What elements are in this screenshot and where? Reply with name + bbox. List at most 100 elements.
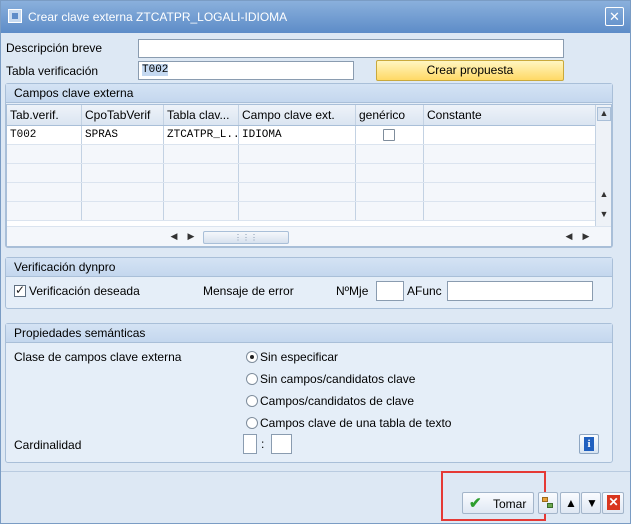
empty-cell bbox=[7, 183, 82, 201]
empty-cell bbox=[7, 164, 82, 182]
tomar-label: Tomar bbox=[493, 497, 527, 511]
empty-cell bbox=[82, 164, 164, 182]
descripcion-label: Descripción breve bbox=[6, 41, 103, 55]
window-title: Crear clave externa ZTCATPR_LOGALI-IDIOM… bbox=[28, 10, 288, 24]
move-up-button[interactable]: ▲ bbox=[560, 492, 580, 514]
cell-campo-clave-ext[interactable]: IDIOMA bbox=[239, 126, 356, 144]
empty-cell bbox=[82, 145, 164, 163]
arrow-down-icon: ▼ bbox=[586, 496, 598, 510]
info-button[interactable]: i bbox=[579, 434, 599, 454]
mensaje-error-label: Mensaje de error bbox=[203, 284, 294, 298]
hierarchy-icon bbox=[542, 497, 554, 509]
verificacion-deseada-label: Verificación deseada bbox=[29, 284, 140, 298]
horizontal-scrollbar[interactable]: ◀ ▶ ⋮⋮⋮ ◀ ▶ bbox=[7, 226, 611, 246]
crear-propuesta-button[interactable]: Crear propuesta bbox=[376, 60, 564, 81]
hierarchy-button[interactable] bbox=[538, 492, 558, 514]
scroll-left-end-icon[interactable]: ◀ bbox=[562, 231, 576, 242]
table-row-empty[interactable] bbox=[7, 202, 595, 221]
scroll-left-icon[interactable]: ◀ bbox=[167, 231, 181, 242]
scroll-down-icon[interactable]: ▼ bbox=[597, 209, 611, 219]
empty-cell bbox=[164, 145, 239, 163]
empty-cell bbox=[82, 183, 164, 201]
table-row-empty[interactable] bbox=[7, 183, 595, 202]
tomar-button[interactable]: ✔ Tomar bbox=[462, 492, 534, 514]
cell-cpo-tab-verif[interactable]: SPRAS bbox=[82, 126, 164, 144]
campos-clave-table: Tab.verif. CpoTabVerif Tabla clav... Cam… bbox=[6, 104, 612, 247]
empty-cell bbox=[82, 202, 164, 220]
col-cpo-tab-verif[interactable]: CpoTabVerif bbox=[82, 105, 164, 125]
vertical-scrollbar[interactable]: ▲ ▲ ▼ bbox=[595, 105, 611, 226]
nomje-label: NºMje bbox=[336, 284, 369, 298]
afunc-input[interactable] bbox=[447, 281, 593, 301]
empty-cell bbox=[356, 164, 424, 182]
table-header: Tab.verif. CpoTabVerif Tabla clav... Cam… bbox=[7, 105, 595, 126]
empty-cell bbox=[7, 145, 82, 163]
descripcion-input[interactable] bbox=[138, 39, 564, 58]
campos-clave-title: Campos clave externa bbox=[6, 84, 612, 103]
propiedades-semanticas-title: Propiedades semánticas bbox=[6, 324, 612, 343]
col-constante[interactable]: Constante bbox=[424, 105, 595, 125]
cardinalidad-separator: : bbox=[261, 437, 265, 451]
empty-cell bbox=[7, 202, 82, 220]
table-row-empty[interactable] bbox=[7, 164, 595, 183]
empty-cell bbox=[164, 202, 239, 220]
cell-tab-verif[interactable]: T002 bbox=[7, 126, 82, 144]
cell-tabla-clave[interactable]: ZTCATPR_L... bbox=[164, 126, 239, 144]
table-row[interactable]: T002 SPRAS ZTCATPR_L... IDIOMA bbox=[7, 126, 595, 145]
cardinalidad-label: Cardinalidad bbox=[14, 438, 82, 452]
verificacion-dynpro-group: Verificación dynpro Verificación deseada… bbox=[5, 257, 613, 309]
campos-clave-group: Campos clave externa Tab.verif. CpoTabVe… bbox=[5, 83, 613, 248]
verificacion-dynpro-title: Verificación dynpro bbox=[6, 258, 612, 277]
close-icon[interactable]: ✕ bbox=[605, 7, 624, 26]
col-generico[interactable]: genérico bbox=[356, 105, 424, 125]
scroll-up-icon[interactable]: ▲ bbox=[597, 107, 611, 121]
info-icon: i bbox=[584, 437, 594, 451]
empty-cell bbox=[239, 145, 356, 163]
tabla-verificacion-value: T002 bbox=[142, 64, 169, 76]
verificacion-deseada-checkbox[interactable] bbox=[14, 283, 26, 297]
radio-campos-tabla-texto[interactable] bbox=[246, 417, 258, 429]
option-campos-tabla-texto: Campos clave de una tabla de texto bbox=[260, 416, 452, 430]
radio-sin-campos-candidatos[interactable] bbox=[246, 373, 258, 385]
afunc-label: AFunc bbox=[407, 284, 442, 298]
scroll-right-end-icon[interactable]: ▶ bbox=[579, 231, 593, 242]
scroll-right-icon[interactable]: ▶ bbox=[184, 231, 198, 242]
radio-sin-especificar[interactable] bbox=[246, 351, 258, 363]
cell-constante[interactable] bbox=[424, 126, 595, 144]
empty-cell bbox=[239, 183, 356, 201]
move-down-button[interactable]: ▼ bbox=[581, 492, 601, 514]
empty-cell bbox=[356, 183, 424, 201]
empty-cell bbox=[164, 164, 239, 182]
clase-campos-label: Clase de campos clave externa bbox=[14, 350, 182, 364]
option-campos-candidatos: Campos/candidatos de clave bbox=[260, 394, 415, 408]
scroll-up-small-icon[interactable]: ▲ bbox=[597, 189, 611, 199]
cardinalidad-right-input[interactable] bbox=[271, 434, 292, 454]
col-tab-verif[interactable]: Tab.verif. bbox=[7, 105, 82, 125]
cancel-icon: ✕ bbox=[607, 495, 620, 510]
title-bar: Crear clave externa ZTCATPR_LOGALI-IDIOM… bbox=[1, 1, 630, 33]
table-row-empty[interactable] bbox=[7, 145, 595, 164]
app-icon bbox=[8, 9, 22, 23]
empty-cell bbox=[164, 183, 239, 201]
tabla-verificacion-input[interactable]: T002 bbox=[138, 61, 354, 80]
dialog-window: Crear clave externa ZTCATPR_LOGALI-IDIOM… bbox=[0, 0, 631, 524]
empty-cell bbox=[239, 202, 356, 220]
empty-cell bbox=[356, 202, 424, 220]
cell-generico bbox=[356, 126, 424, 144]
empty-cell bbox=[239, 164, 356, 182]
cancel-button[interactable]: ✕ bbox=[602, 492, 624, 514]
radio-campos-candidatos[interactable] bbox=[246, 395, 258, 407]
cardinalidad-left-input[interactable] bbox=[243, 434, 257, 454]
horizontal-scroll-thumb[interactable]: ⋮⋮⋮ bbox=[203, 231, 289, 244]
generico-checkbox[interactable] bbox=[383, 129, 395, 141]
option-sin-especificar: Sin especificar bbox=[260, 350, 339, 364]
col-campo-clave-ext[interactable]: Campo clave ext. bbox=[239, 105, 356, 125]
arrow-up-icon: ▲ bbox=[565, 496, 577, 510]
col-tabla-clave[interactable]: Tabla clav... bbox=[164, 105, 239, 125]
option-sin-campos-candidatos: Sin campos/candidatos clave bbox=[260, 372, 416, 386]
nomje-input[interactable] bbox=[376, 281, 404, 301]
tabla-verificacion-label: Tabla verificación bbox=[6, 64, 99, 78]
empty-cell bbox=[356, 145, 424, 163]
check-icon: ✔ bbox=[469, 495, 482, 512]
propiedades-semanticas-group: Propiedades semánticas Clase de campos c… bbox=[5, 323, 613, 463]
